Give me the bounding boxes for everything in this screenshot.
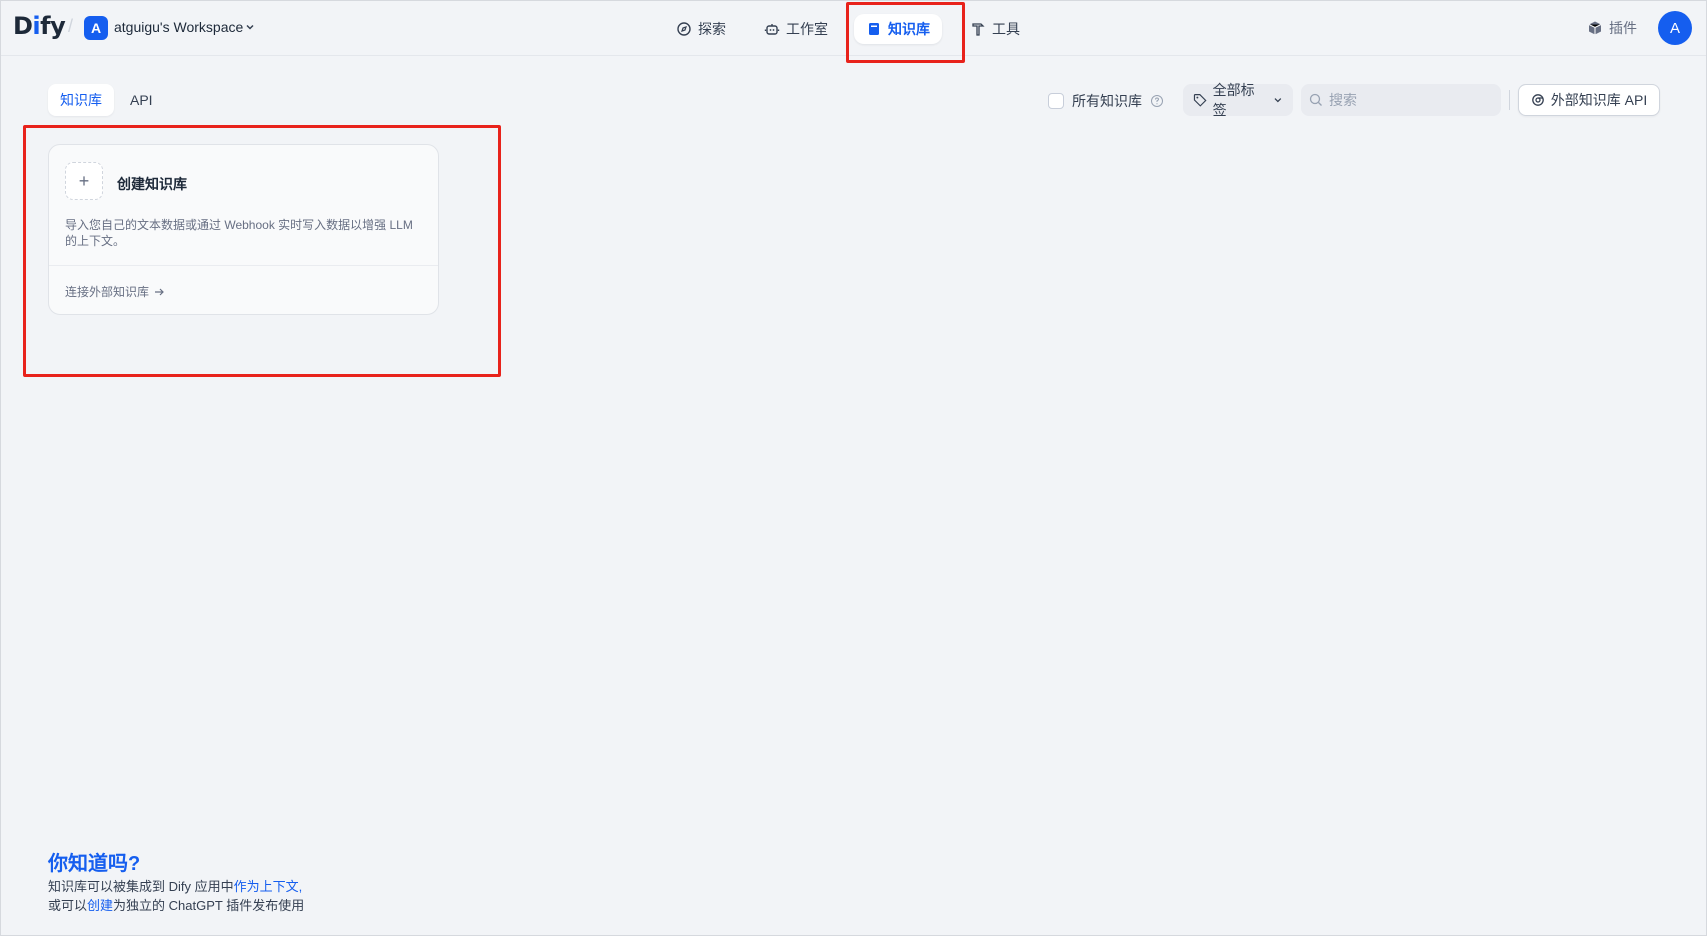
toolbar-divider: [1509, 90, 1510, 110]
compass-icon: [677, 22, 691, 36]
robot-icon: [764, 24, 780, 35]
help-icon[interactable]: [1150, 94, 1164, 108]
search-box[interactable]: [1301, 84, 1501, 116]
chevron-down-icon: [1274, 98, 1282, 103]
nav-explore[interactable]: 探索: [664, 14, 738, 44]
api-connection-icon: [1531, 94, 1544, 106]
dify-logo[interactable]: Dify: [13, 12, 66, 40]
workspace-name[interactable]: atguigu's Workspace: [114, 19, 243, 35]
highlight-box-nav: [846, 2, 965, 63]
plugin-button[interactable]: 插件: [1587, 18, 1637, 38]
chevron-down-icon[interactable]: [245, 22, 255, 32]
cube-icon: [1588, 21, 1602, 35]
tab-knowledge[interactable]: 知识库: [48, 84, 114, 116]
as-context-link[interactable]: 作为上下文,: [234, 879, 303, 894]
tag-filter-dropdown[interactable]: 全部标签: [1183, 82, 1293, 118]
all-datasets-filter[interactable]: 所有知识库: [1048, 91, 1164, 111]
all-datasets-label: 所有知识库: [1072, 93, 1142, 109]
did-you-know-title: 你知道吗?: [48, 853, 141, 875]
user-avatar[interactable]: A: [1658, 11, 1692, 45]
nav-explore-label: 探索: [698, 21, 726, 37]
nav-studio[interactable]: 工作室: [752, 14, 840, 44]
hint-text: 为独立的 ChatGPT 插件发布使用: [113, 898, 305, 913]
search-icon: [1309, 93, 1322, 106]
highlight-box-card: [23, 125, 501, 377]
tag-icon: [1193, 94, 1207, 107]
create-link[interactable]: 创建: [87, 898, 113, 913]
nav-tools[interactable]: 工具: [958, 14, 1032, 44]
tab-api[interactable]: API: [118, 84, 165, 116]
tag-filter-label: 全部标签: [1212, 82, 1255, 118]
external-api-button[interactable]: 外部知识库 API: [1518, 84, 1660, 116]
hammer-icon: [972, 23, 985, 36]
separator-slash: /: [68, 16, 74, 36]
external-api-label: 外部知识库 API: [1550, 92, 1648, 108]
hint-text: 或可以: [48, 898, 88, 913]
all-datasets-checkbox[interactable]: [1048, 93, 1064, 109]
plugin-label: 插件: [1609, 20, 1637, 36]
workspace-avatar[interactable]: A: [84, 16, 108, 40]
nav-studio-label: 工作室: [786, 21, 828, 37]
hint-line-2: 或可以创建为独立的 ChatGPT 插件发布使用: [48, 895, 304, 914]
nav-tools-label: 工具: [992, 21, 1020, 37]
search-input[interactable]: [1329, 92, 1489, 108]
hint-text: 知识库可以被集成到 Dify 应用中: [48, 879, 234, 894]
hint-line-1: 知识库可以被集成到 Dify 应用中作为上下文,: [48, 876, 302, 895]
